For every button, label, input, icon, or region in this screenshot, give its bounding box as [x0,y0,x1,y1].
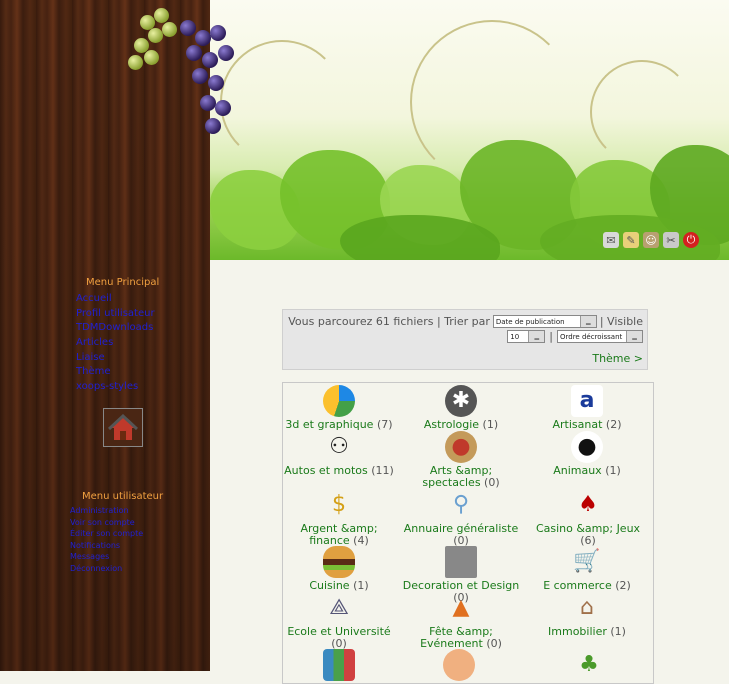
main-menu-item-profil[interactable]: Profil utilisateur [76,307,155,322]
money-icon: $ [332,492,346,517]
user-menu-item-voir-compte[interactable]: Voir son compte [70,517,143,529]
house-icon: ⌂ [580,595,594,620]
category-name[interactable]: Artisanat [552,418,602,431]
category-item[interactable]: a Artisanat (2) [527,385,647,431]
main-menu-item-theme[interactable]: Thème [76,365,155,380]
category-item[interactable]: $ Argent &amp; finance (4) [283,489,395,547]
power-icon[interactable]: ⏻ [683,232,699,248]
category-item[interactable]: ⚇ Autos et motos (11) [283,431,395,477]
category-item[interactable]: Cuisine (1) [283,546,395,592]
user-menu-title: Menu utilisateur [82,491,164,502]
category-item[interactable]: ⟁ Ecole et Université (0) [283,592,395,650]
category-item[interactable]: ♠ Casino &amp; Jeux (6) [527,489,649,547]
mail-icon[interactable]: ✉ [603,232,619,248]
category-item[interactable]: ⚲ Annuaire généraliste (0) [397,489,525,547]
user-menu-item-editer-compte[interactable]: Éditer son compte [70,528,143,540]
party-icon: ▲ [452,595,470,620]
pie-chart-icon [323,385,355,417]
main-menu-item-accueil[interactable]: Accueil [76,292,155,307]
category-count: (1) [610,625,626,638]
cart-icon: 🛒 [573,549,601,574]
category-name[interactable]: Astrologie [424,418,479,431]
user-menu-item-deconnexion[interactable]: Déconnexion [70,563,143,575]
limit-select-value: 10 [510,332,520,341]
artisan-logo-icon: a [571,385,603,417]
category-item[interactable]: ✱ Astrologie (1) [405,385,517,431]
category-item[interactable]: ● Animaux (1) [527,431,647,477]
separator: | [549,330,553,343]
category-name[interactable]: Arts &amp; spectacles [422,464,492,489]
motorbike-icon: ⚇ [329,434,349,459]
sort-select-value: Date de publication [495,317,565,326]
category-count: (0) [484,476,500,489]
category-item[interactable]: 🛒 E commerce (2) [527,546,647,592]
furniture-icon [445,546,477,578]
category-count: (7) [376,418,393,431]
category-item[interactable]: 3d et graphique (7) [283,385,395,431]
limit-select[interactable]: 10 ▁ [507,330,546,343]
category-item[interactable]: ● Arts &amp; spectacles (0) [401,431,521,489]
visible-text: | Visible [599,315,643,328]
compass-icon: ⟁ [329,595,349,620]
magnifier-icon: ⚲ [452,492,470,517]
books-icon [323,649,355,681]
category-item[interactable]: ♣ [573,649,605,683]
chevron-down-icon: ▁ [528,331,545,342]
category-count: (11) [371,464,394,477]
cards-icon: ♠ [578,492,598,517]
theme-link[interactable]: Thème > [592,352,643,365]
chevron-down-icon: ▁ [626,331,642,342]
category-name[interactable]: Immobilier [548,625,607,638]
burger-icon [323,546,355,578]
category-count: (1) [353,579,369,592]
main-content: Vous parcourez 61 fichiers | Trier par D… [210,260,729,684]
category-item[interactable] [443,649,475,683]
category-grid: 3d et graphique (7) ✱ Astrologie (1) a A… [282,382,654,684]
category-name[interactable]: 3d et graphique [285,418,373,431]
category-count: (1) [482,418,499,431]
category-item[interactable] [323,649,355,683]
user-menu-item-messages[interactable]: Messages [70,551,143,563]
user-toolbar: ✉ ✎ ☺ ✂ ⏻ [603,232,699,248]
category-item[interactable]: ▲ Fête &amp; Evénement (0) [397,592,525,650]
chevron-down-icon: ▁ [579,316,596,327]
tools-icon[interactable]: ✂ [663,232,679,248]
main-menu-item-tdmdownloads[interactable]: TDMDownloads [76,321,155,336]
header-banner [210,0,729,260]
spider-icon: ✱ [445,385,477,417]
order-select[interactable]: Ordre décroissant ▁ [557,330,643,343]
main-menu-item-xoops-styles[interactable]: xoops-styles [76,380,155,395]
user-menu-item-notifications[interactable]: Notifications [70,540,143,552]
category-name[interactable]: Fête &amp; Evénement [420,625,493,650]
user-menu: Administration Voir son compte Éditer so… [70,505,143,574]
browse-text: Vous parcourez 61 fichiers | Trier par [288,315,490,328]
main-menu: Accueil Profil utilisateur TDMDownloads … [76,292,155,395]
category-count: (0) [486,637,502,650]
grapes-decoration [120,0,260,150]
user-menu-item-administration[interactable]: Administration [70,505,143,517]
sort-bar: Vous parcourez 61 fichiers | Trier par D… [282,309,648,370]
category-item[interactable]: ⌂ Immobilier (1) [527,592,647,638]
panda-icon: ● [571,431,603,463]
edit-icon[interactable]: ✎ [623,232,639,248]
category-count: (1) [605,464,621,477]
plant-icon: ♣ [579,652,599,677]
category-name[interactable]: Cuisine [309,579,349,592]
girl-icon [443,649,475,681]
order-select-value: Ordre décroissant [560,332,623,341]
house-icon [108,413,138,440]
home-button[interactable] [103,408,143,447]
category-name[interactable]: E commerce [543,579,612,592]
category-name[interactable]: Animaux [553,464,602,477]
sort-select[interactable]: Date de publication ▁ [492,315,597,328]
main-menu-title: Menu Principal [86,277,160,288]
category-count: (2) [605,418,622,431]
category-name[interactable]: Autos et motos [284,464,368,477]
main-menu-item-liaise[interactable]: Liaise [76,351,155,366]
category-count: (2) [615,579,631,592]
palette-icon: ● [445,431,477,463]
users-icon[interactable]: ☺ [643,232,659,248]
main-menu-item-articles[interactable]: Articles [76,336,155,351]
